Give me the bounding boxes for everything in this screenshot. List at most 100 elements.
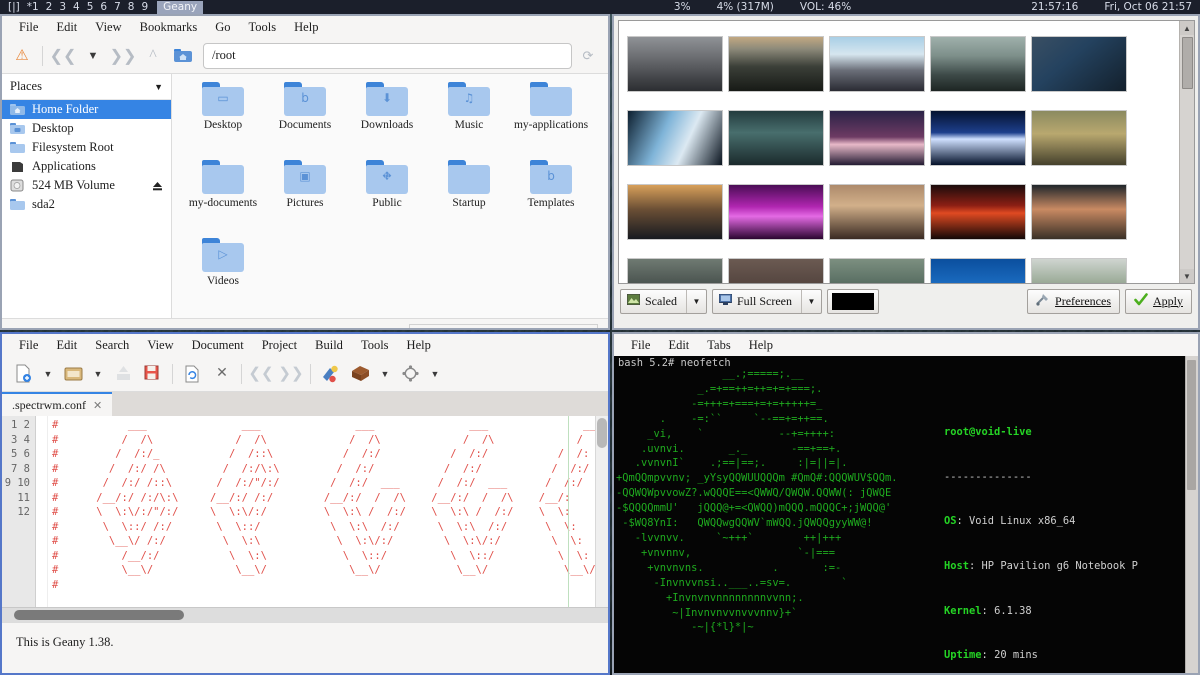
- reload-icon[interactable]: [177, 359, 207, 389]
- home-folder-icon[interactable]: [169, 42, 197, 70]
- chevron-down-icon[interactable]: ▼: [154, 82, 163, 92]
- chevron-down-icon[interactable]: ▼: [686, 290, 706, 313]
- scroll-down-icon[interactable]: ▼: [1180, 269, 1195, 283]
- wallpaper-cell[interactable]: [829, 249, 930, 284]
- wallpaper-thumbnail[interactable]: [1031, 36, 1127, 92]
- terminal-scrollbar[interactable]: [1185, 356, 1198, 673]
- open-file-icon[interactable]: [58, 359, 88, 389]
- file-item-public[interactable]: ⛖ Public: [346, 160, 428, 238]
- menu-go[interactable]: Go: [206, 20, 239, 35]
- wallpaper-cell[interactable]: [829, 27, 930, 101]
- history-dropdown-icon[interactable]: ▼: [79, 42, 107, 70]
- wallpaper-thumbnail[interactable]: [930, 36, 1026, 92]
- file-item-my-documents[interactable]: my-documents: [182, 160, 264, 238]
- scrollbar-thumb[interactable]: [1187, 360, 1196, 490]
- geany-editor[interactable]: 1 2 3 4 5 6 7 8 9 10 11 12 # ___ ___ ___…: [2, 416, 608, 608]
- wallpaper-cell[interactable]: [627, 27, 728, 101]
- file-manager-window[interactable]: File Edit View Bookmarks Go Tools Help ⚠…: [0, 14, 610, 330]
- sidebar-item-applications[interactable]: Applications: [2, 157, 171, 176]
- scrollbar-thumb[interactable]: [1182, 37, 1193, 89]
- places-header[interactable]: Places ▼: [2, 74, 171, 100]
- geany-tab-bar[interactable]: .spectrwm.conf ✕: [2, 392, 608, 416]
- menu-file[interactable]: File: [10, 338, 47, 353]
- compile-icon[interactable]: [315, 359, 345, 389]
- wallpaper-thumbnail[interactable]: [829, 258, 925, 284]
- file-item-pictures[interactable]: ▣ Pictures: [264, 160, 346, 238]
- sidebar-item-desktop[interactable]: Desktop: [2, 119, 171, 138]
- file-item-downloads[interactable]: ⬇ Downloads: [346, 82, 428, 160]
- menu-tools[interactable]: Tools: [240, 20, 286, 35]
- wallpaper-grid-container[interactable]: ▲ ▼: [618, 20, 1195, 284]
- workspace-tag-6[interactable]: 6: [100, 1, 107, 13]
- wallpaper-cell[interactable]: [728, 175, 829, 249]
- warning-icon[interactable]: ⚠: [8, 42, 36, 70]
- wallpaper-thumbnail[interactable]: [627, 110, 723, 166]
- close-icon[interactable]: ✕: [93, 399, 102, 412]
- eject-icon[interactable]: [151, 180, 163, 192]
- workspace-tag-2[interactable]: 2: [46, 1, 53, 13]
- file-item-documents[interactable]: ὜b Documents: [264, 82, 346, 160]
- wallpaper-thumbnail[interactable]: [930, 184, 1026, 240]
- wallpaper-thumbnail[interactable]: [1031, 110, 1127, 166]
- geany-window[interactable]: File Edit Search View Document Project B…: [0, 332, 610, 675]
- save-icon[interactable]: [108, 359, 138, 389]
- chevron-down-icon[interactable]: ▼: [801, 290, 821, 313]
- menu-bookmarks[interactable]: Bookmarks: [131, 20, 207, 35]
- terminal-window[interactable]: File Edit Tabs Help bash 5.2# neofetch _…: [612, 332, 1200, 675]
- wallpaper-cell[interactable]: [930, 175, 1031, 249]
- workspace-tag-4[interactable]: 4: [73, 1, 80, 13]
- wallpaper-thumbnail[interactable]: [627, 36, 723, 92]
- menu-help[interactable]: Help: [285, 20, 327, 35]
- wallpaper-cell[interactable]: [1031, 27, 1132, 101]
- wallpaper-cell[interactable]: [728, 27, 829, 101]
- code-content[interactable]: # ___ ___ ___ ___ ___ # / /\ / /\ / /\ /…: [48, 416, 608, 607]
- wallpaper-thumbnail[interactable]: [627, 184, 723, 240]
- wallpaper-cell[interactable]: [930, 101, 1031, 175]
- wallpaper-cell[interactable]: [728, 101, 829, 175]
- close-icon[interactable]: ✕: [207, 359, 237, 389]
- file-item-startup[interactable]: Startup: [428, 160, 510, 238]
- wallpaper-thumbnail[interactable]: [930, 110, 1026, 166]
- scale-mode-dropdown[interactable]: Scaled ▼: [620, 289, 707, 314]
- back-icon[interactable]: ❮❮: [49, 42, 77, 70]
- sidebar-item-524mb-volume[interactable]: 524 MB Volume: [2, 176, 171, 195]
- new-file-icon[interactable]: [8, 359, 38, 389]
- wallpaper-thumbnail[interactable]: [728, 36, 824, 92]
- menu-document[interactable]: Document: [183, 338, 253, 353]
- wallpaper-cell[interactable]: [829, 175, 930, 249]
- wallpaper-thumbnail[interactable]: [829, 184, 925, 240]
- file-item-my-applications[interactable]: my-applications: [510, 82, 592, 160]
- wallpaper-thumbnail[interactable]: [829, 110, 925, 166]
- workspace-tag-9[interactable]: 9: [141, 1, 148, 13]
- wallpaper-cell[interactable]: [930, 27, 1031, 101]
- menu-edit[interactable]: Edit: [659, 338, 698, 353]
- build-dropdown-icon[interactable]: ▼: [375, 359, 395, 389]
- open-file-dropdown-icon[interactable]: ▼: [88, 359, 108, 389]
- wallpaper-thumbnail[interactable]: [829, 36, 925, 92]
- sidebar-item-home-folder[interactable]: Home Folder: [2, 100, 171, 119]
- run-icon[interactable]: [395, 359, 425, 389]
- menu-project[interactable]: Project: [253, 338, 306, 353]
- refresh-icon[interactable]: ⟳: [574, 42, 602, 70]
- marker-margin[interactable]: [36, 416, 48, 607]
- forward-icon[interactable]: ❯❯: [109, 42, 137, 70]
- menu-tools[interactable]: Tools: [352, 338, 398, 353]
- menu-view[interactable]: View: [138, 338, 182, 353]
- wallpaper-cell[interactable]: [1031, 175, 1132, 249]
- apply-button[interactable]: Apply: [1125, 289, 1192, 314]
- file-list-area[interactable]: ▭ Desktop ὜b Documents ⬇ Downloads ♫ Mus…: [172, 74, 608, 318]
- background-color-button[interactable]: [827, 289, 879, 314]
- workspace-tag-1[interactable]: *1: [27, 1, 39, 13]
- preferences-button[interactable]: Preferences: [1027, 289, 1120, 314]
- display-mode-dropdown[interactable]: Full Screen ▼: [712, 289, 822, 314]
- workspace-tag-7[interactable]: 7: [114, 1, 121, 13]
- scrollbar-thumb[interactable]: [14, 610, 184, 620]
- file-item-videos[interactable]: ▷ Videos: [182, 238, 264, 316]
- menu-view[interactable]: View: [86, 20, 130, 35]
- scroll-up-icon[interactable]: ▲: [1180, 21, 1195, 35]
- new-file-dropdown-icon[interactable]: ▼: [38, 359, 58, 389]
- wallpaper-thumbnail[interactable]: [728, 110, 824, 166]
- workspace-tag-3[interactable]: 3: [59, 1, 66, 13]
- wallpaper-thumbnail[interactable]: [728, 258, 824, 284]
- menu-help[interactable]: Help: [398, 338, 440, 353]
